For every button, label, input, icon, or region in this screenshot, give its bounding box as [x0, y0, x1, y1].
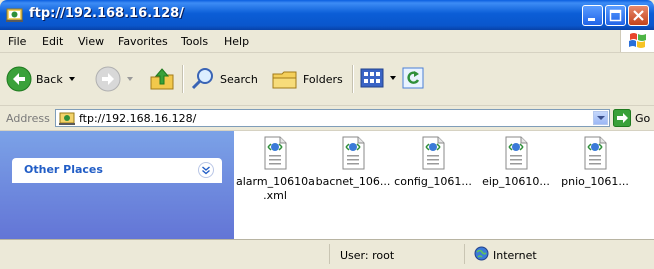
search-button[interactable]: Search	[190, 66, 258, 92]
menu-tools[interactable]: Tools	[181, 35, 208, 48]
folders-icon	[272, 71, 297, 89]
address-bar: Address ftp://192.168.16.128/ Go	[0, 106, 654, 131]
back-button[interactable]: Back	[6, 66, 75, 92]
status-user: User: root	[340, 249, 395, 262]
views-button[interactable]	[360, 67, 396, 89]
ftp-folder-icon	[6, 6, 23, 23]
forward-button[interactable]	[95, 66, 133, 92]
back-label: Back	[36, 72, 63, 86]
back-arrow-icon	[6, 66, 32, 92]
go-label: Go	[635, 111, 651, 125]
refresh-button[interactable]	[402, 67, 424, 89]
file-name: bacnet_106...	[315, 175, 391, 188]
search-label: Search	[220, 72, 258, 86]
menu-help[interactable]: Help	[224, 35, 249, 48]
file-item[interactable]: eip_10610...	[477, 135, 555, 189]
menu-view[interactable]: View	[78, 35, 104, 48]
go-arrow-icon	[613, 109, 631, 127]
window-title: ftp://192.168.16.128/	[29, 6, 184, 21]
address-value: ftp://192.168.16.128/	[79, 112, 197, 125]
menu-favorites[interactable]: Favorites	[118, 35, 168, 48]
menu-bar: File Edit View Favorites Tools Help	[0, 30, 654, 53]
file-name: config_1061...	[394, 175, 472, 188]
title-bar[interactable]: ftp://192.168.16.128/	[0, 0, 654, 30]
close-icon	[633, 10, 644, 21]
search-icon	[191, 68, 213, 90]
back-dropdown-icon[interactable]	[68, 77, 75, 81]
ftp-folder-icon	[59, 111, 75, 126]
folders-button[interactable]: Folders	[271, 66, 343, 92]
xml-file-icon	[264, 136, 287, 170]
status-zone: Internet	[493, 249, 537, 262]
menu-file[interactable]: File	[8, 35, 26, 48]
refresh-icon	[402, 67, 424, 89]
chevron-down-icon[interactable]	[198, 162, 214, 178]
windows-logo-icon	[620, 30, 654, 52]
task-pane: Other Places	[0, 131, 234, 239]
file-item[interactable]: config_1061...	[394, 135, 472, 189]
views-icon	[360, 68, 384, 88]
toolbar-separator	[182, 65, 184, 93]
file-name: pnio_1061...	[561, 175, 629, 188]
file-item[interactable]: pnio_1061...	[556, 135, 634, 189]
xml-file-icon	[584, 136, 607, 170]
other-places-panel[interactable]: Other Places	[12, 158, 222, 183]
maximize-icon	[609, 9, 622, 22]
maximize-button[interactable]	[605, 5, 626, 26]
file-name: eip_10610...	[482, 175, 550, 188]
forward-dropdown-icon[interactable]	[127, 77, 133, 81]
file-name: alarm_10610a	[236, 175, 315, 188]
up-folder-button[interactable]	[148, 65, 176, 93]
file-list: alarm_10610a .xml bacnet_106... config_1…	[234, 131, 654, 239]
address-dropdown-button[interactable]	[593, 111, 608, 125]
views-dropdown-icon[interactable]	[390, 76, 396, 80]
standard-toolbar: Back Search Folders	[0, 53, 654, 106]
xml-file-icon	[342, 136, 365, 170]
status-bar: User: root Internet	[0, 239, 654, 269]
explorer-window: ftp://192.168.16.128/ File Edit View Fav…	[0, 0, 654, 269]
file-item[interactable]: alarm_10610a .xml	[236, 135, 315, 203]
toolbar-separator	[352, 65, 354, 93]
go-button[interactable]: Go	[613, 109, 650, 127]
internet-zone-icon	[474, 246, 489, 264]
other-places-title[interactable]: Other Places	[24, 163, 103, 176]
forward-arrow-icon	[95, 66, 121, 92]
menu-edit[interactable]: Edit	[42, 35, 63, 48]
up-folder-icon	[150, 68, 174, 90]
xml-file-icon	[422, 136, 445, 170]
close-button[interactable]	[628, 5, 649, 26]
folders-label: Folders	[303, 72, 343, 86]
file-name-line2: .xml	[263, 189, 287, 202]
file-item[interactable]: bacnet_106...	[314, 135, 392, 189]
address-field[interactable]: ftp://192.168.16.128/	[55, 109, 610, 127]
xml-file-icon	[505, 136, 528, 170]
minimize-button[interactable]	[582, 5, 603, 26]
status-divider	[464, 244, 466, 264]
address-label: Address	[6, 112, 50, 125]
status-divider	[329, 244, 331, 264]
minimize-icon	[588, 18, 595, 21]
